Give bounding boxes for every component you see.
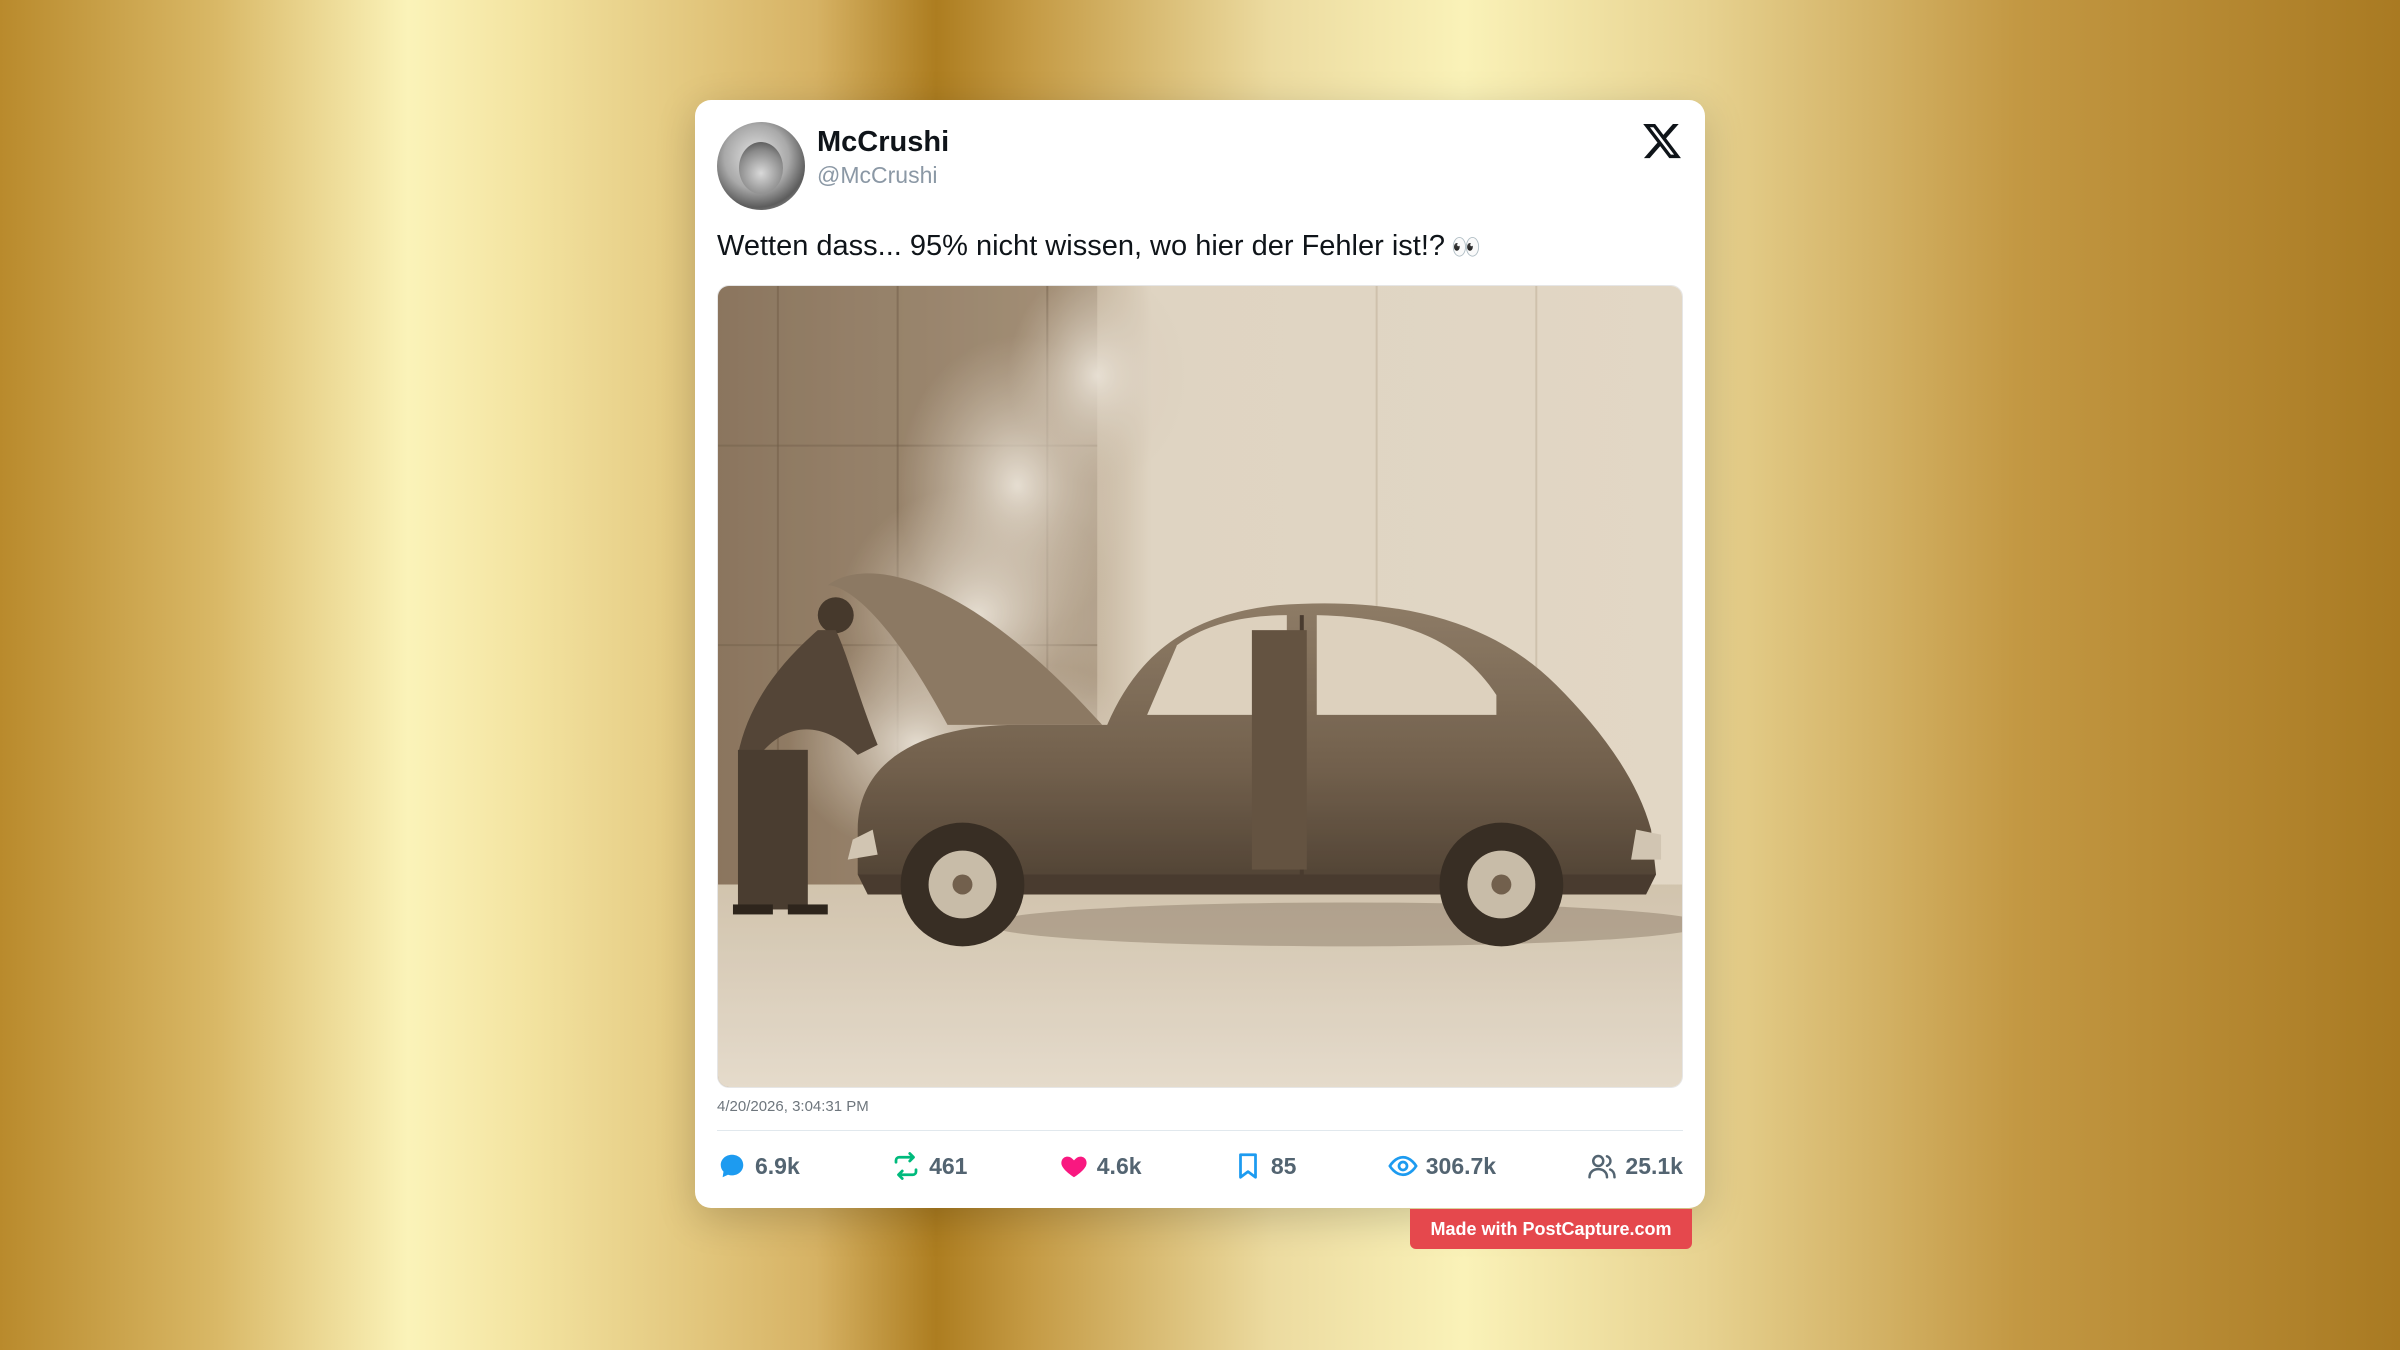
people-icon	[1588, 1154, 1617, 1179]
vintage-car-photo	[718, 286, 1682, 1087]
display-name[interactable]: McCrushi	[817, 126, 949, 159]
eye-icon	[1388, 1155, 1418, 1177]
followers-button[interactable]: 25.1k	[1587, 1151, 1683, 1181]
bookmark-icon	[1238, 1153, 1257, 1179]
reply-icon	[720, 1154, 744, 1178]
engagement-bar: 6.9k 461 4.6k 85 306.7k 25.1k	[717, 1146, 1683, 1186]
timestamp: 4/20/2026, 3:04:31 PM	[717, 1098, 869, 1115]
avatar-face	[739, 142, 783, 194]
views-count: 306.7k	[1425, 1152, 1497, 1179]
tweet-text-body: Wetten dass... 95% nicht wissen, wo hier…	[717, 230, 1446, 262]
bookmark-button[interactable]: 85	[1233, 1151, 1297, 1181]
like-button[interactable]: 4.6k	[1059, 1151, 1142, 1181]
repost-button[interactable]: 461	[891, 1151, 967, 1181]
eyes-emoji: 👀	[1451, 233, 1481, 261]
repost-count: 461	[929, 1152, 968, 1179]
repost-icon	[894, 1152, 918, 1180]
x-logo-icon[interactable]	[1641, 120, 1683, 162]
heart-icon	[1061, 1156, 1087, 1178]
followers-count: 25.1k	[1625, 1152, 1683, 1179]
postcapture-watermark-badge[interactable]: Made with PostCapture.com	[1410, 1209, 1692, 1249]
views-button[interactable]: 306.7k	[1388, 1151, 1496, 1181]
avatar[interactable]	[717, 122, 805, 210]
tweet-text: Wetten dass... 95% nicht wissen, wo hier…	[717, 230, 1481, 263]
handle[interactable]: @McCrushi	[817, 162, 937, 189]
reply-count: 6.9k	[755, 1152, 800, 1179]
bookmark-count: 85	[1270, 1152, 1297, 1179]
reply-button[interactable]: 6.9k	[717, 1151, 800, 1181]
tweet-photo[interactable]	[717, 285, 1683, 1088]
tweet-card: McCrushi @McCrushi Wetten dass... 95% ni…	[695, 100, 1705, 1208]
divider	[717, 1130, 1683, 1131]
like-count: 4.6k	[1096, 1152, 1142, 1179]
